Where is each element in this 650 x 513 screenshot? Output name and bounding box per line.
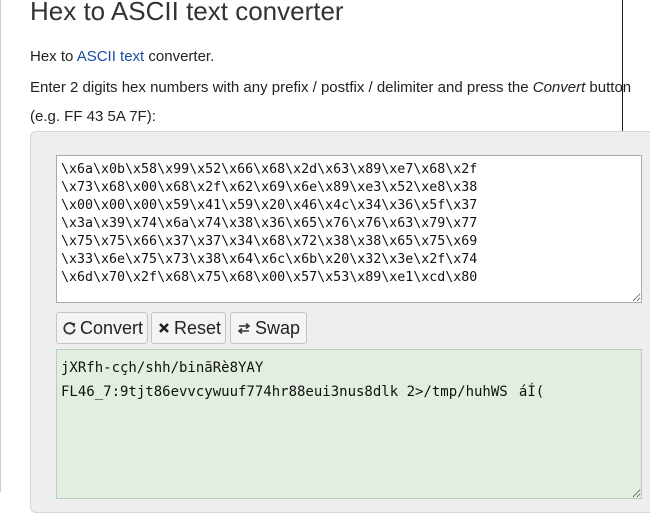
swap-label: Swap	[255, 318, 300, 339]
instruction-prefix: Enter 2 digits hex numbers with any pref…	[30, 79, 533, 96]
instruction-suffix: button	[585, 79, 631, 96]
example-text: (e.g. FF 43 5A 7F):	[30, 108, 156, 125]
convert-button[interactable]: Convert	[56, 312, 148, 344]
window-left-border	[0, 0, 1, 492]
ascii-output[interactable]: j XRfh-cçh/shh/binãRè8YAY FL46_7:9tjt…	[56, 349, 642, 499]
swap-icon	[237, 322, 251, 335]
hex-input[interactable]: \x6a\x0b\x58\x99\x52\x66\x68\x2d\x63\x89…	[56, 155, 642, 303]
reset-label: Reset	[174, 318, 221, 339]
ascii-text-link[interactable]: ASCII text	[77, 48, 145, 65]
reset-button[interactable]: Reset	[151, 312, 226, 344]
intro-suffix: converter.	[144, 48, 214, 65]
instruction-emphasis: Convert	[533, 79, 586, 96]
swap-button[interactable]: Swap	[230, 312, 307, 344]
instruction-text: Enter 2 digits hex numbers with any pref…	[30, 79, 631, 96]
refresh-icon	[63, 322, 76, 335]
page-title: Hex to ASCII text converter	[30, 0, 344, 27]
intro-text: Hex to ASCII text converter.	[30, 48, 214, 65]
convert-label: Convert	[80, 318, 143, 339]
intro-prefix: Hex to	[30, 48, 77, 65]
x-icon	[158, 322, 170, 334]
